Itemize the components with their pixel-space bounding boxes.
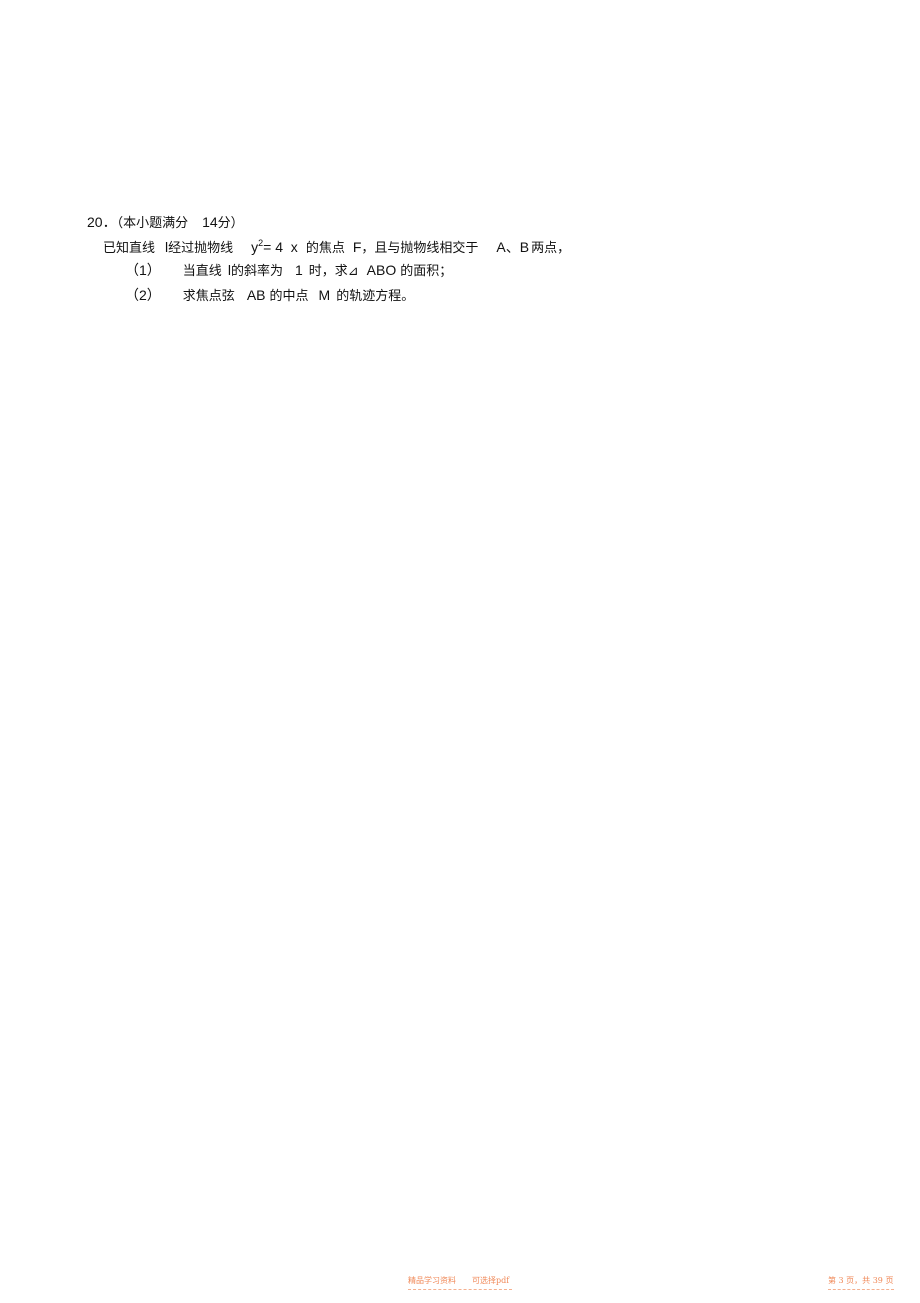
footer-divider (408, 1289, 512, 1290)
sub-text: 的中点 (269, 289, 309, 304)
stem-text: 的焦点 (305, 241, 345, 256)
midpoint-symbol: M (318, 287, 331, 303)
footer-watermark: 精品学习资料 可选择pdf (408, 1276, 510, 1285)
stem-text: 已知直线 (103, 241, 156, 256)
sub-label: （1） (125, 262, 161, 278)
sub-question-1: （1） 当直线 l的斜率为 1 时，求⊿ ABO 的面积； (125, 262, 452, 280)
triangle-symbol: ABO (366, 262, 397, 278)
chord-symbol: AB (246, 287, 266, 303)
sub-text: 的斜率为 (230, 264, 283, 279)
points-symbol: A、B (496, 239, 530, 255)
score-value: 14 (202, 214, 218, 230)
score-note-open: （本小题满分 (116, 216, 189, 231)
eq-rest: = 4 x (263, 239, 298, 255)
sub-text: 的面积； (400, 264, 453, 279)
sub-text: 时，求⊿ (308, 264, 359, 279)
problem-stem: 已知直线 l经过抛物线 y2= 4 x 的焦点 F，且与抛物线相交于 A、B 两点， (103, 239, 570, 257)
sub-question-2: （2） 求焦点弦 AB 的中点 M 的轨迹方程。 (125, 287, 414, 305)
footer-divider (828, 1289, 894, 1290)
sub-text: 求焦点弦 (182, 289, 235, 304)
stem-text: ，且与抛物线相交于 (361, 241, 479, 256)
problem-heading: 20．（本小题满分 14分） (87, 214, 244, 232)
score-note-close: 分） (217, 216, 244, 231)
sub-text: 的轨迹方程。 (336, 289, 415, 304)
sub-label: （2） (125, 287, 161, 303)
stem-text: 经过抛物线 (168, 241, 234, 256)
page-number: 第 3 页，共 39 页 (828, 1276, 894, 1285)
parabola-equation: y2= 4 x (251, 239, 298, 256)
problem-number: 20． (87, 214, 117, 230)
slope-value: 1 (294, 262, 303, 278)
stem-text: 两点， (531, 241, 571, 256)
sub-text: 当直线 (182, 264, 222, 279)
